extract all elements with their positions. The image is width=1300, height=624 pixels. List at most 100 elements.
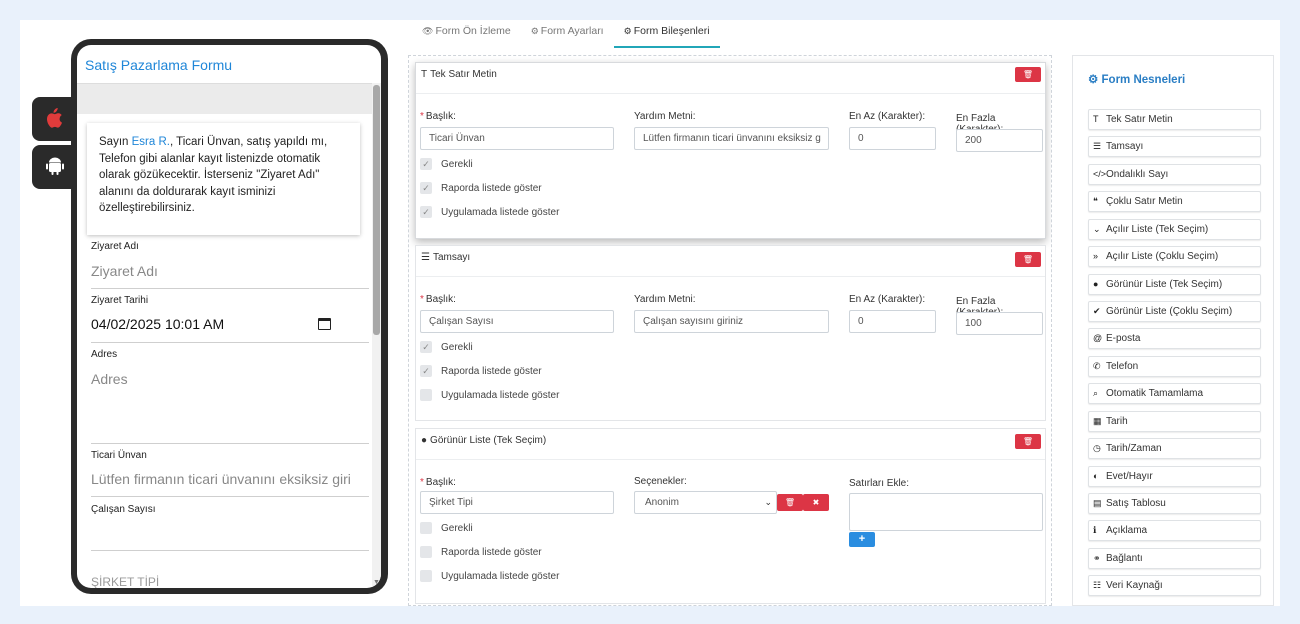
form-title: Satış Pazarlama Formu	[85, 57, 233, 73]
code-icon: </>	[1093, 169, 1107, 179]
apple-icon	[46, 108, 64, 128]
tab-form-preview[interactable]: 👁 Form Ön İzleme	[412, 20, 521, 48]
trash-icon: 🗑	[784, 498, 796, 507]
tab-label: Form Ön İzleme	[435, 25, 511, 37]
uygulama-checkbox[interactable]: ✓ Uygulamada listede göster	[420, 206, 559, 218]
en-az-input[interactable]: 0	[849, 310, 936, 333]
baslik-input[interactable]: Çalışan Sayısı	[420, 310, 614, 333]
component-card-text[interactable]: T Tek Satır Metin 🗑 * Başlık: Ticari Ünvan…	[415, 62, 1046, 239]
uygulama-checkbox[interactable]: Uygulamada listede göster	[420, 570, 559, 582]
scrollbar[interactable]: ▼	[372, 83, 381, 588]
ziyaret-adi-input[interactable]: Ziyaret Adı	[91, 263, 158, 279]
plus-icon: +	[858, 533, 866, 545]
divider	[91, 288, 369, 289]
checkbox[interactable]	[420, 389, 432, 401]
satirlar-textarea[interactable]	[849, 493, 1043, 531]
scroll-thumb[interactable]	[373, 85, 380, 335]
uygulama-checkbox[interactable]: Uygulamada listede göster	[420, 389, 559, 401]
ziyaret-tarihi-label: Ziyaret Tarihi	[91, 295, 149, 306]
card-header: ● Görünür Liste (Tek Seçim) 🗑	[416, 429, 1045, 460]
calendar-icon[interactable]	[318, 318, 331, 330]
en-az-input[interactable]: 0	[849, 127, 936, 150]
user-name: Esra R.	[131, 136, 170, 148]
divider	[91, 342, 369, 343]
adres-input[interactable]: Adres	[91, 371, 128, 387]
secenekler-select[interactable]: Anonim ⌄	[634, 491, 777, 514]
checkbox[interactable]: ✓	[420, 341, 432, 353]
checkbox[interactable]: ✓	[420, 182, 432, 194]
checkbox[interactable]	[420, 570, 432, 582]
checkbox[interactable]: ✓	[420, 158, 432, 170]
scroll-down-arrow[interactable]: ▼	[372, 579, 381, 586]
info-prefix: Sayın	[99, 136, 132, 148]
delete-option-button[interactable]: 🗑	[777, 494, 803, 511]
baslik-input[interactable]: Ticari Ünvan	[420, 127, 614, 150]
object-data-source[interactable]: ☷ Veri Kaynağı	[1088, 575, 1261, 596]
search-icon: ⌕	[1093, 388, 1099, 398]
object-autocomplete[interactable]: ⌕ Otomatik Tamamlama	[1088, 383, 1261, 404]
object-yes-no[interactable]: ◐ Evet/Hayır	[1088, 466, 1261, 487]
object-email[interactable]: @ E-posta	[1088, 328, 1261, 349]
rapor-checkbox[interactable]: ✓ Raporda listede göster	[420, 365, 542, 377]
object-datetime[interactable]: ◷ Tarih/Zaman	[1088, 438, 1261, 459]
object-phone[interactable]: ✆ Telefon	[1088, 356, 1261, 377]
gerekli-checkbox[interactable]: ✓ Gerekli	[420, 158, 473, 170]
link-icon: ⚭	[1093, 553, 1101, 563]
gears-icon: ⚙	[623, 26, 632, 36]
rapor-checkbox[interactable]: Raporda listede göster	[420, 546, 542, 558]
clock-icon: ◷	[1093, 443, 1101, 453]
gerekli-checkbox[interactable]: ✓ Gerekli	[420, 341, 473, 353]
object-description[interactable]: ℹ Açıklama	[1088, 520, 1261, 541]
list-icon: ☰	[421, 252, 430, 263]
checkbox[interactable]	[420, 546, 432, 558]
gears-icon: ⚙	[1088, 74, 1099, 86]
satirlar-label: Satırları Ekle:	[849, 478, 910, 489]
trash-icon: 🗑	[1022, 255, 1034, 264]
checkbox[interactable]	[420, 522, 432, 534]
component-card-integer[interactable]: ☰ Tamsayı 🗑 * Başlık: Çalışan Sayısı Yardı…	[415, 245, 1046, 421]
en-fazla-input[interactable]: 100	[956, 312, 1043, 335]
phone-screen: Satış Pazarlama Formu Sayın Esra R., Tic…	[77, 45, 381, 588]
object-checkbox-list[interactable]: ✔ Görünür Liste (Çoklu Seçim)	[1088, 301, 1261, 322]
divider	[91, 496, 369, 497]
tab-label: Form Ayarları	[540, 25, 604, 37]
object-date[interactable]: ▦ Tarih	[1088, 411, 1261, 432]
object-multiline[interactable]: ❝ Çoklu Satır Metin	[1088, 191, 1261, 212]
checkbox[interactable]: ✓	[420, 206, 432, 218]
add-row-button[interactable]: +	[849, 532, 875, 547]
tab-form-components[interactable]: ⚙ Form Bileşenleri	[613, 20, 720, 48]
divider	[91, 550, 369, 551]
checkbox[interactable]: ✓	[420, 365, 432, 377]
eye-icon: 👁	[422, 26, 434, 36]
object-sales-table[interactable]: ▤ Satış Tablosu	[1088, 493, 1261, 514]
tab-form-settings[interactable]: ⚙ Form Ayarları	[521, 20, 614, 48]
object-decimal[interactable]: </>Ondalıklı Sayı	[1088, 164, 1261, 185]
calendar-icon: ▦	[1093, 416, 1102, 426]
gerekli-checkbox[interactable]: Gerekli	[420, 522, 473, 534]
yardim-input[interactable]: Çalışan sayısını giriniz	[634, 310, 829, 333]
rapor-checkbox[interactable]: ✓ Raporda listede göster	[420, 182, 542, 194]
ziyaret-adi-label: Ziyaret Adı	[91, 241, 139, 252]
ticari-unvan-input[interactable]: Lütfen firmanın ticari ünvanını eksiksiz…	[91, 471, 351, 487]
component-card-radio[interactable]: ● Görünür Liste (Tek Seçim) 🗑 * Başlık: Şi…	[415, 428, 1046, 604]
panel-title: ⚙ Form Nesneleri	[1088, 74, 1186, 86]
object-dropdown-single[interactable]: ⌄ Açılır Liste (Tek Seçim)	[1088, 219, 1261, 240]
object-dropdown-multi[interactable]: » Açılır Liste (Çoklu Seçim)	[1088, 246, 1261, 267]
delete-button[interactable]: 🗑	[1015, 434, 1041, 449]
calisan-sayisi-label: Çalışan Sayısı	[91, 504, 156, 515]
yardim-input[interactable]: Lütfen firmanın ticari ünvanını eksiksiz…	[634, 127, 829, 150]
object-text[interactable]: T Tek Satır Metin	[1088, 109, 1261, 130]
remove-option-button[interactable]: ✖	[803, 494, 829, 511]
object-integer[interactable]: ☰ Tamsayı	[1088, 136, 1261, 157]
object-link[interactable]: ⚭ Bağlantı	[1088, 548, 1261, 569]
en-fazla-input[interactable]: 200	[956, 129, 1043, 152]
baslik-input[interactable]: Şirket Tipi	[420, 491, 614, 514]
card-title: Görünür Liste (Tek Seçim)	[430, 435, 547, 446]
delete-button[interactable]: 🗑	[1015, 252, 1041, 267]
object-radio-list[interactable]: ● Görünür Liste (Tek Seçim)	[1088, 274, 1261, 295]
card-header: ☰ Tamsayı 🗑	[416, 246, 1045, 277]
en-az-label: En Az (Karakter):	[849, 111, 926, 122]
info-message: Sayın Esra R., Ticari Ünvan, satış yapıl…	[87, 123, 360, 235]
ziyaret-tarihi-input[interactable]: 04/02/2025 10:01 AM	[91, 316, 224, 332]
delete-button[interactable]: 🗑	[1015, 67, 1041, 82]
